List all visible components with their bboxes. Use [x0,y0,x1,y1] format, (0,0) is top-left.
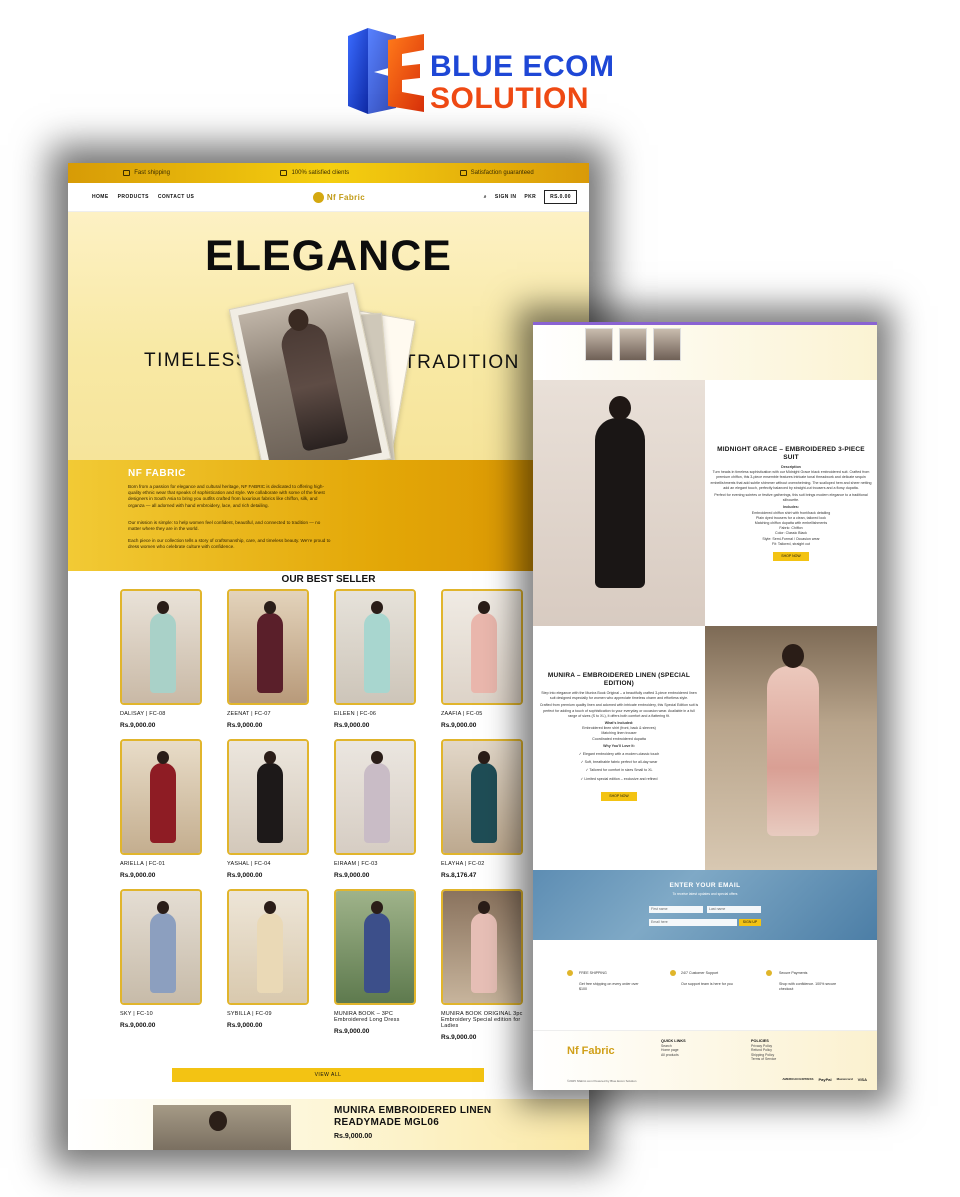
sign-in-link[interactable]: SIGN IN [495,194,516,200]
hero-left-word: TIMELESS [144,350,250,371]
about-paragraph: Born from a passion for elegance and cul… [128,484,325,508]
topbar-item: Fast shipping [134,170,170,176]
footer-link[interactable]: Terms of Service [751,1057,776,1062]
homepage-mockup: Fast shipping 100% satisfied clients Sat… [68,163,589,1150]
support-icon [670,970,676,976]
thumbnail[interactable] [619,328,647,361]
product-midnight-grace: MIDNIGHT GRACE – EMBROIDERED 3-PIECE SUI… [533,380,877,626]
search-icon[interactable]: ⌕ [484,194,487,200]
badge-icon [280,170,288,176]
hero-banner: ELEGANCE TIMELESS TRADITION [68,212,589,504]
product-title: MUNIRA – EMBROIDERED LINEN (SPECIAL EDIT… [547,672,691,687]
featured-title[interactable]: MUNIRA EMBROIDERED LINEN READYMADE MGL06 [334,1105,514,1129]
sign-up-button[interactable]: SIGN UP [739,919,761,926]
product-card[interactable]: EIRAAM | FC-03 Rs.9,000.00 [334,739,418,879]
about-heading: NF FABRIC [128,468,186,479]
newsletter-section: ENTER YOUR EMAIL To receive latest updat… [533,870,877,940]
product-card[interactable]: ZEENAT | FC-07 Rs.9,000.00 [227,589,311,729]
featured-product: MUNIRA EMBROIDERED LINEN READYMADE MGL06… [68,1099,589,1150]
moon-logo-icon [312,191,324,203]
view-all-button[interactable]: VIEW ALL [172,1068,484,1082]
product-card[interactable]: ZAAFIA | FC-05 Rs.9,000.00 [441,589,525,729]
product-card[interactable]: DALISAY | FC-08 Rs.9,000.00 [120,589,204,729]
nav-products[interactable]: PRODUCTS [118,194,149,200]
hero-right-word: TRADITION [404,352,520,373]
featured-price: Rs.9,000.00 [334,1133,373,1140]
announcement-bar: Fast shipping 100% satisfied clients Sat… [68,163,589,183]
product-card[interactable]: ELAYHA | FC-02 Rs.8,176.47 [441,739,525,879]
brand-line2: SOLUTION [430,82,589,115]
hero-title: ELEGANCE [205,232,452,280]
email-field[interactable]: Email here [649,919,737,926]
topbar-item: 100% satisfied clients [291,170,350,176]
first-name-field[interactable]: First name [649,906,703,913]
product-card[interactable]: YASHAL | FC-04 Rs.9,000.00 [227,739,311,879]
cart-button[interactable]: RS.0.00 [544,190,577,204]
topbar-item: Satisfaction guaranteed [470,170,534,176]
product-image[interactable] [705,626,877,870]
featured-image[interactable] [153,1105,291,1150]
features-row: FREE SHIPPING Get free shipping on every … [533,940,877,1030]
about-section: NF FABRIC Born from a passion for elegan… [68,460,589,571]
thumbnail-strip [533,322,877,380]
shop-now-button[interactable]: SHOP NOW [601,791,637,802]
lock-icon [766,970,772,976]
portfolio-showcase: BLUE ECOM SOLUTION Fast shipping 100% sa… [0,0,960,1197]
product-card[interactable]: SKY | FC-10 Rs.9,000.00 [120,889,204,1029]
product-card[interactable]: EILEEN | FC-06 Rs.9,000.00 [334,589,418,729]
footer: Nf Fabric QUICK LINKS Search Home page A… [533,1030,877,1090]
truck-icon [123,170,131,176]
about-paragraph: Our mission is simple: to help women fee… [128,520,321,532]
brand-line1: BLUE ECOM [430,50,615,83]
store-logo[interactable]: Nf Fabric [312,191,365,203]
about-paragraph: Each piece in our collection tells a sto… [128,538,331,550]
shop-now-button[interactable]: SHOP NOW [773,552,809,562]
thumbnail[interactable] [585,328,613,361]
footer-link[interactable]: All products [661,1053,686,1058]
be-monogram-icon [348,28,424,114]
best-seller-heading: OUR BEST SELLER [281,574,376,585]
currency-selector[interactable]: PKR [524,194,536,200]
footer-logo[interactable]: Nf Fabric [567,1045,615,1057]
newsletter-title: ENTER YOUR EMAIL [669,882,741,889]
product-card[interactable]: MUNIRA BOOK – 3PC Embroidered Long Dress… [334,889,418,1035]
main-nav: HOME PRODUCTS CONTACT US Nf Fabric ⌕ SIG… [68,183,589,212]
newsletter-subtitle: To receive latest updates and special of… [672,892,738,896]
product-card[interactable]: MUNIRA BOOK ORIGINAL 3pc Embroidery Spec… [441,889,525,1041]
product-title: MIDNIGHT GRACE – EMBROIDERED 3-PIECE SUI… [717,446,865,461]
nav-contact[interactable]: CONTACT US [158,194,194,200]
mastercard-icon: Mastercard [836,1077,853,1081]
product-image[interactable] [533,380,705,626]
product-card[interactable]: ARIELLA | FC-01 Rs.9,000.00 [120,739,204,879]
shipping-icon [567,970,573,976]
paypal-icon: PayPal [818,1077,832,1082]
blue-ecom-logo: BLUE ECOM SOLUTION [344,22,624,122]
nav-home[interactable]: HOME [92,194,109,200]
thumbs-up-icon [459,170,467,176]
thumbnail[interactable] [653,328,681,361]
product-page-mockup: MIDNIGHT GRACE – EMBROIDERED 3-PIECE SUI… [533,322,877,1090]
last-name-field[interactable]: Last name [707,906,761,913]
product-munira: MUNIRA – EMBROIDERED LINEN (SPECIAL EDIT… [533,626,877,870]
copyright: ©2025 Nfabric.com Powered by Blue Ecom S… [567,1079,637,1083]
amex-icon: AMERICAN EXPRESS [782,1077,814,1081]
payment-icons: AMERICAN EXPRESS PayPal Mastercard VISA [782,1077,867,1082]
visa-icon: VISA [857,1077,867,1082]
product-card[interactable]: SYBILLA | FC-09 Rs.9,000.00 [227,889,311,1029]
